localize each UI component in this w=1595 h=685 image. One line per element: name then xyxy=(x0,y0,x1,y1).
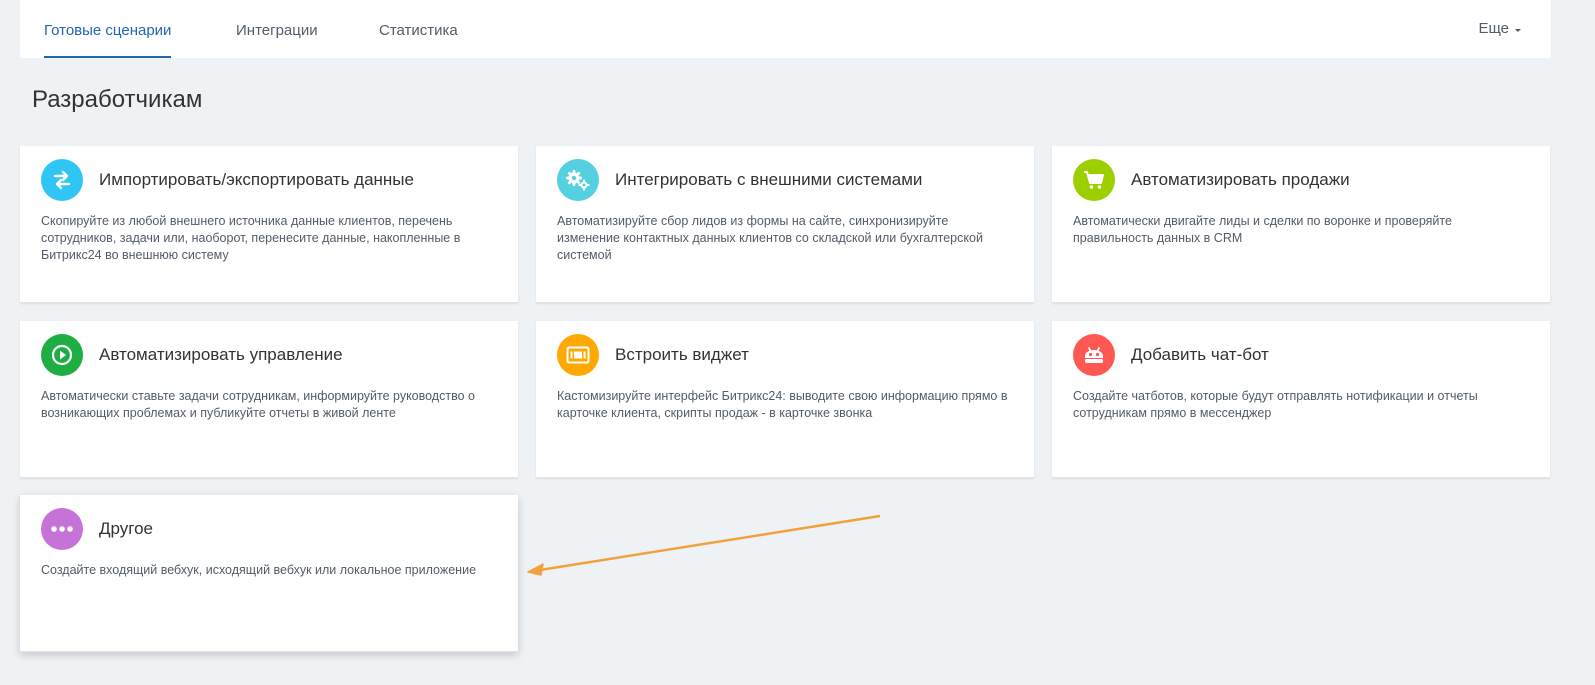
gears-icon xyxy=(557,159,599,201)
card-other[interactable]: Другое Создайте входящий вебхук, исходящ… xyxy=(20,495,518,652)
exchange-arrows-icon xyxy=(41,159,83,201)
card-automate-management[interactable]: Автоматизировать управление Автоматическ… xyxy=(20,321,518,478)
more-menu-button[interactable]: Еще xyxy=(1478,0,1521,58)
more-menu-label: Еще xyxy=(1478,20,1509,37)
tab-integrations[interactable]: Интеграции xyxy=(236,0,318,58)
tab-statistics[interactable]: Статистика xyxy=(379,0,458,58)
page-title: Разработчикам xyxy=(32,86,203,113)
card-description: Скопируйте из любой внешнего источника д… xyxy=(41,214,461,262)
card-description: Создайте входящий вебхук, исходящий вебх… xyxy=(41,563,477,577)
widget-icon xyxy=(557,334,599,376)
caret-down-icon xyxy=(1515,28,1521,32)
shopping-cart-icon xyxy=(1073,159,1115,201)
card-description: Автоматически двигайте лиды и сделки по … xyxy=(1073,214,1452,245)
card-integrate-systems[interactable]: Интегрировать с внешними системами Автом… xyxy=(536,146,1034,303)
card-title: Импортировать/экспортировать данные xyxy=(99,170,414,189)
tab-ready-scenarios[interactable]: Готовые сценарии xyxy=(44,0,172,58)
card-description: Кастомизируйте интерфейс Битрикс24: выво… xyxy=(557,389,1008,420)
card-title: Встроить виджет xyxy=(615,345,749,364)
card-description: Автоматизируйте сбор лидов из формы на с… xyxy=(557,214,983,262)
card-import-export[interactable]: Импортировать/экспортировать данные Скоп… xyxy=(20,146,518,303)
card-title: Автоматизировать продажи xyxy=(1131,170,1350,189)
card-title: Автоматизировать управление xyxy=(99,345,343,364)
card-title: Добавить чат-бот xyxy=(1131,345,1269,364)
card-add-chatbot[interactable]: Добавить чат-бот Создайте чатботов, кото… xyxy=(1052,321,1550,478)
robot-icon xyxy=(1073,334,1115,376)
page: Готовые сценарии Интеграции Статистика Е… xyxy=(0,0,1595,685)
card-embed-widget[interactable]: Встроить виджет Кастомизируйте интерфейс… xyxy=(536,321,1034,478)
play-icon xyxy=(41,334,83,376)
more-dots-icon xyxy=(41,508,83,550)
top-tab-bar: Готовые сценарии Интеграции Статистика Е… xyxy=(20,0,1551,58)
card-automate-sales[interactable]: Автоматизировать продажи Автоматически д… xyxy=(1052,146,1550,303)
card-description: Создайте чатботов, которые будут отправл… xyxy=(1073,389,1478,420)
card-title: Интегрировать с внешними системами xyxy=(615,170,923,189)
card-description: Автоматически ставьте задачи сотрудникам… xyxy=(41,389,475,420)
card-title: Другое xyxy=(99,519,154,538)
